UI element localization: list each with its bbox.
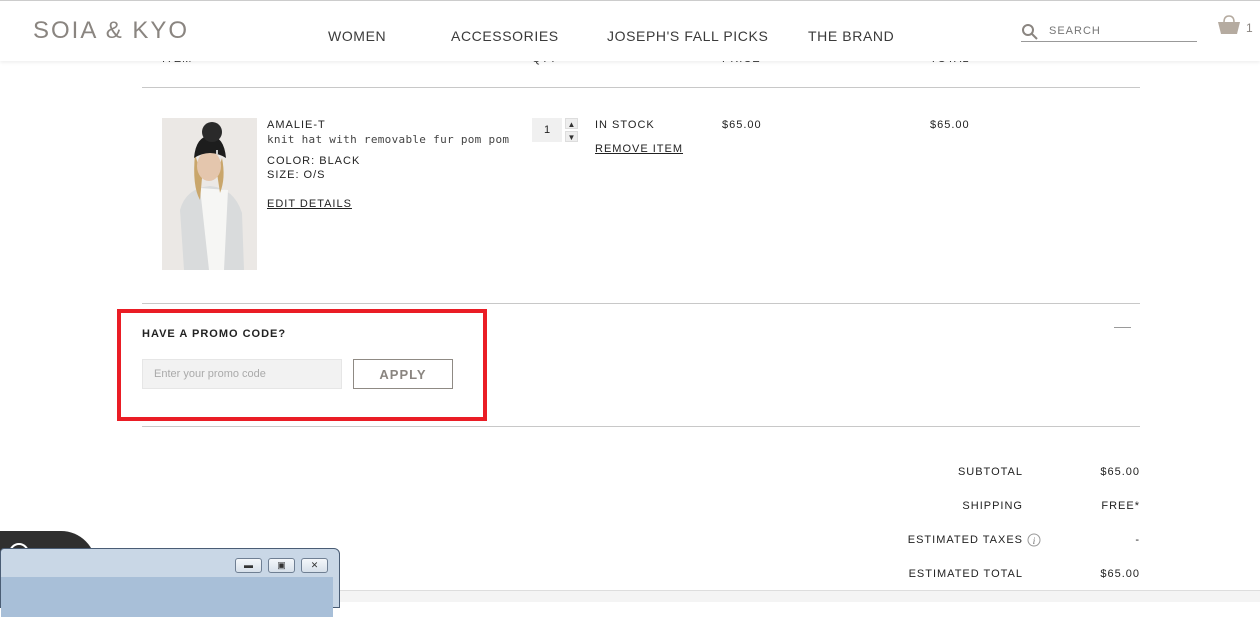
footer-strip bbox=[340, 590, 1260, 602]
minimize-button[interactable]: ▬ bbox=[235, 558, 262, 573]
nav-josephs-fall-picks[interactable]: JOSEPH'S FALL PICKS bbox=[607, 28, 768, 44]
qty-decrease-button[interactable]: ▼ bbox=[565, 131, 578, 142]
subtotal-label: SUBTOTAL bbox=[957, 466, 1023, 478]
product-image[interactable] bbox=[162, 118, 257, 270]
stock-status: IN STOCK bbox=[595, 119, 655, 131]
item-description: knit hat with removable fur pom pom bbox=[267, 133, 510, 146]
estimated-total-label: ESTIMATED TOTAL bbox=[908, 568, 1023, 580]
item-size: SIZE: O/S bbox=[267, 169, 326, 181]
item-color: COLOR: BLACK bbox=[267, 155, 361, 167]
qty-increase-button[interactable]: ▲ bbox=[565, 118, 578, 129]
item-total: $65.00 bbox=[930, 119, 970, 131]
cart-icon[interactable] bbox=[1217, 15, 1241, 35]
maximize-button[interactable]: ▣ bbox=[268, 558, 295, 573]
estimated-total-value: $65.00 bbox=[1100, 568, 1140, 580]
chevron-down-icon: ▼ bbox=[567, 133, 576, 142]
divider bbox=[142, 426, 1140, 427]
shipping-label: SHIPPING bbox=[962, 500, 1023, 512]
nav-women[interactable]: WOMEN bbox=[328, 28, 386, 44]
site-header: SOIA & KYO WOMEN ACCESSORIES JOSEPH'S FA… bbox=[0, 0, 1260, 61]
os-window[interactable]: ▬ ▣ ✕ bbox=[0, 548, 340, 617]
search-icon[interactable] bbox=[1021, 23, 1039, 41]
edit-details-link[interactable]: EDIT DETAILS bbox=[267, 198, 352, 210]
estimated-taxes-label: ESTIMATED TAXES bbox=[907, 534, 1023, 546]
maximize-icon: ▣ bbox=[277, 560, 286, 570]
minimize-icon: ▬ bbox=[244, 560, 253, 570]
close-icon: ✕ bbox=[310, 560, 319, 570]
window-body bbox=[1, 577, 333, 617]
remove-item-link[interactable]: REMOVE ITEM bbox=[595, 143, 683, 155]
subtotal-value: $65.00 bbox=[1100, 466, 1140, 478]
item-name[interactable]: AMALIE-T bbox=[267, 119, 326, 131]
nav-accessories[interactable]: ACCESSORIES bbox=[451, 28, 559, 44]
promo-highlight-box bbox=[117, 309, 487, 421]
estimated-taxes-value: - bbox=[1135, 534, 1140, 546]
brand-logo[interactable]: SOIA & KYO bbox=[33, 17, 189, 45]
svg-text:i: i bbox=[1033, 536, 1036, 546]
collapse-icon[interactable] bbox=[1114, 327, 1131, 328]
shipping-value: FREE* bbox=[1101, 500, 1140, 512]
close-button[interactable]: ✕ bbox=[301, 558, 328, 573]
cart-count[interactable]: 1 bbox=[1246, 21, 1253, 35]
info-icon[interactable]: i bbox=[1027, 533, 1041, 547]
search-input[interactable] bbox=[1047, 24, 1191, 38]
search-bar bbox=[1021, 23, 1197, 42]
nav-the-brand[interactable]: THE BRAND bbox=[808, 28, 894, 44]
chevron-up-icon: ▲ bbox=[567, 120, 576, 129]
item-price: $65.00 bbox=[722, 119, 762, 131]
divider bbox=[142, 87, 1140, 88]
divider bbox=[142, 303, 1140, 304]
quantity-field[interactable]: 1 bbox=[532, 118, 562, 142]
